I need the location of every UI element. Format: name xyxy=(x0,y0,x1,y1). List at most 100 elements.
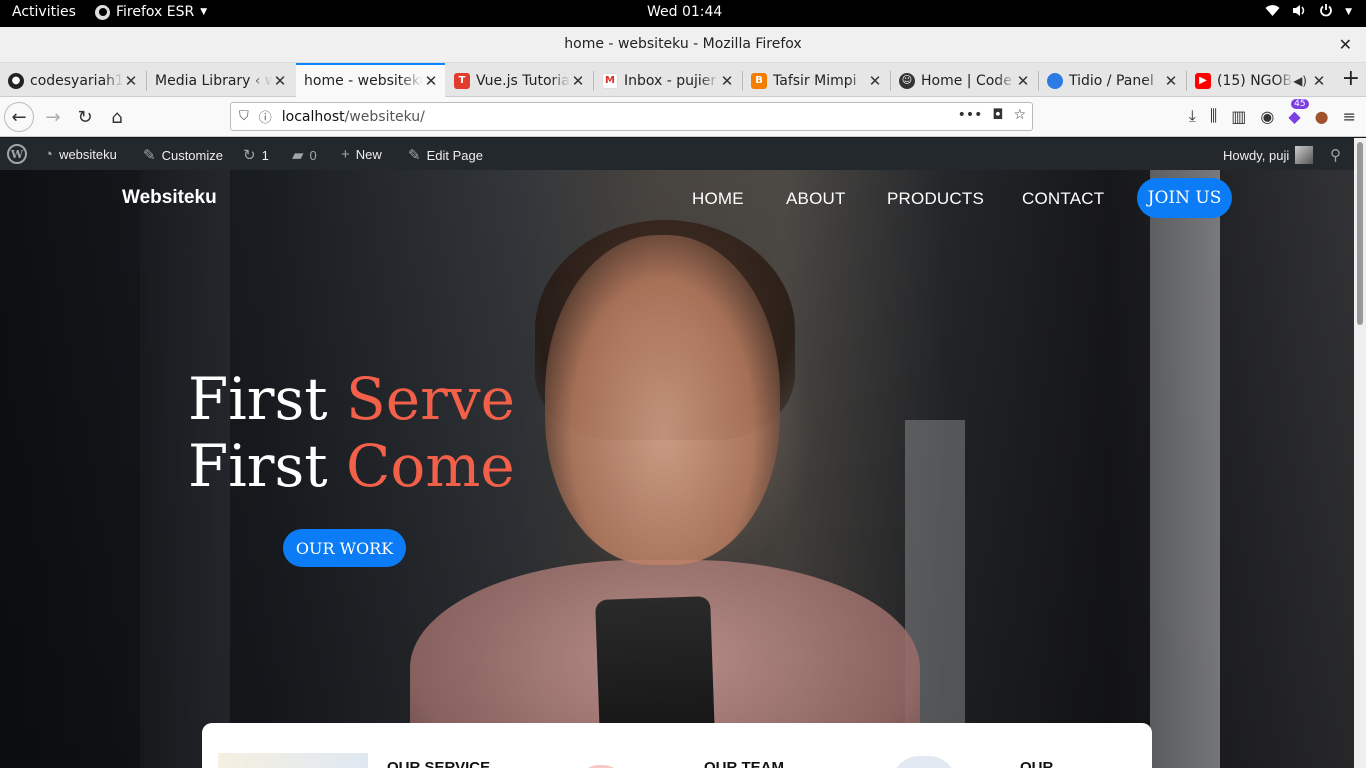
pocket-icon[interactable]: ◘ xyxy=(992,107,1003,123)
hero-section: Websiteku HOME ABOUT PRODUCTS CONTACT JO… xyxy=(0,170,1354,768)
url-path: /websiteku/ xyxy=(344,108,425,125)
tab-close-icon[interactable]: ✕ xyxy=(272,72,288,90)
tab-gmail[interactable]: M Inbox - pujier ✕ xyxy=(594,65,741,96)
wp-new-menu[interactable]: + New xyxy=(341,146,382,163)
cookie-icon[interactable]: ● xyxy=(1315,107,1329,126)
tab-label: codesyariah1 xyxy=(30,72,123,89)
card-title-third: OUR xyxy=(1020,759,1054,768)
forward-icon[interactable]: → xyxy=(38,102,68,132)
tab-youtube[interactable]: ▶ (15) NGOB ◀) ✕ xyxy=(1187,65,1333,96)
bookmark-star-icon[interactable]: ☆ xyxy=(1013,107,1026,123)
tab-tafsir-mimpi[interactable]: B Tafsir Mimpi ✕ xyxy=(743,65,889,96)
wp-logo-menu[interactable]: W xyxy=(7,144,27,164)
tab-close-icon[interactable]: ✕ xyxy=(1311,72,1327,90)
wp-comments-count: 0 xyxy=(309,147,317,163)
page-actions-icon[interactable]: ••• xyxy=(958,107,983,123)
anonymous-mask-icon: ☺ xyxy=(899,72,915,89)
gmail-icon: M xyxy=(602,72,618,89)
hamburger-menu-icon[interactable]: ≡ xyxy=(1343,107,1356,126)
tutorialspoint-icon: T xyxy=(454,72,470,89)
url-host: localhost xyxy=(281,108,345,125)
wp-new-label: New xyxy=(355,147,382,162)
clock[interactable]: Wed 01:44 xyxy=(647,4,722,20)
reload-icon[interactable]: ↻ xyxy=(70,102,100,132)
tab-close-icon[interactable]: ✕ xyxy=(1015,72,1031,90)
blogger-icon: B xyxy=(751,72,767,89)
features-card: OUR SERVICE OUR TEAM OUR xyxy=(202,723,1152,768)
wp-customize-link[interactable]: ✎ Customize xyxy=(143,146,223,164)
tidio-icon xyxy=(1047,72,1063,89)
new-tab-icon[interactable]: + xyxy=(1342,66,1360,91)
volume-icon xyxy=(1292,4,1307,21)
wp-site-menu[interactable]: ◔ websiteku xyxy=(44,146,117,163)
wp-edit-label: Edit Page xyxy=(426,147,483,163)
tab-vuejs-tutorial[interactable]: T Vue.js Tutorial ✕ xyxy=(446,65,592,96)
tab-close-icon[interactable]: ✕ xyxy=(423,72,439,90)
tab-strip: ● codesyariah1 ✕ Media Library ‹ w ✕ hom… xyxy=(0,63,1366,97)
plus-icon: + xyxy=(341,146,350,163)
activities-button[interactable]: Activities xyxy=(12,4,76,20)
page-scrollbar-thumb[interactable] xyxy=(1357,142,1363,325)
home-icon[interactable]: ⌂ xyxy=(102,102,132,132)
wp-site-label: websiteku xyxy=(59,147,117,162)
back-icon[interactable]: ← xyxy=(4,102,34,132)
account-icon[interactable]: ◉ xyxy=(1260,107,1274,126)
our-work-button[interactable]: OUR WORK xyxy=(283,529,406,567)
tab-label: home - websiteku xyxy=(304,73,423,89)
hero-headline: First Serve First Come xyxy=(188,366,515,500)
tab-close-icon[interactable]: ✕ xyxy=(1163,72,1179,90)
third-illustration xyxy=(892,756,956,768)
join-us-button[interactable]: JOIN US xyxy=(1137,178,1232,218)
brush-icon: ✎ xyxy=(143,147,156,164)
caret-down-icon: ▼ xyxy=(1345,7,1352,17)
tab-close-icon[interactable]: ✕ xyxy=(570,72,586,90)
system-tray[interactable]: ▼ xyxy=(1265,3,1352,21)
url-text[interactable]: localhost/websiteku/ xyxy=(282,109,425,125)
tab-github[interactable]: ● codesyariah1 ✕ xyxy=(0,65,145,96)
comment-icon: ▰ xyxy=(292,147,304,164)
card-title-service: OUR SERVICE xyxy=(387,759,491,768)
tab-close-icon[interactable]: ✕ xyxy=(719,72,735,90)
window-titlebar: home - websiteku - Mozilla Firefox ✕ xyxy=(0,27,1366,63)
wp-updates-link[interactable]: ↻ 1 xyxy=(243,146,269,164)
extension-icon[interactable]: ◆ 45 xyxy=(1288,98,1309,126)
tab-close-icon[interactable]: ✕ xyxy=(867,72,883,90)
tab-home-code[interactable]: ☺ Home | Code ✕ xyxy=(891,65,1037,96)
sidebar-icon[interactable]: ▥ xyxy=(1231,107,1246,126)
tab-tidio[interactable]: Tidio / Panel ✕ xyxy=(1039,65,1185,96)
wp-search-icon[interactable]: ⚲ xyxy=(1330,146,1341,164)
headline-accent-text: Serve xyxy=(346,365,515,433)
card-title-team: OUR TEAM xyxy=(704,759,784,768)
tab-label: Vue.js Tutorial xyxy=(476,72,570,89)
dashboard-icon: ◔ xyxy=(44,146,54,163)
tab-home-websiteku[interactable]: home - websiteku ✕ xyxy=(296,63,445,97)
shield-icon[interactable]: ⛉ xyxy=(239,109,249,124)
tab-close-icon[interactable]: ✕ xyxy=(123,72,139,90)
info-icon[interactable]: ⓘ xyxy=(259,107,272,126)
window-close-icon[interactable]: ✕ xyxy=(1339,35,1352,54)
wp-customize-label: Customize xyxy=(161,147,223,163)
tab-label: Tidio / Panel xyxy=(1069,72,1154,89)
wordpress-icon: W xyxy=(7,144,27,164)
library-icon[interactable]: ⫼ xyxy=(1210,106,1217,126)
nav-home-link[interactable]: HOME xyxy=(692,189,744,209)
wp-edit-page-link[interactable]: ✎ Edit Page xyxy=(408,146,483,164)
url-bar[interactable]: ⛉ ⓘ localhost/websiteku/ ••• ◘ ☆ xyxy=(230,102,1033,131)
nav-contact-link[interactable]: CONTACT xyxy=(1022,189,1104,209)
avatar xyxy=(1295,146,1314,164)
tab-media-library[interactable]: Media Library ‹ w ✕ xyxy=(147,65,294,96)
app-menu[interactable]: Firefox ESR ▼ xyxy=(95,4,207,20)
wp-account-menu[interactable]: Howdy, puji xyxy=(1223,146,1314,164)
site-brand[interactable]: Websiteku xyxy=(122,187,217,209)
app-menu-label: Firefox ESR xyxy=(116,4,195,20)
pencil-icon: ✎ xyxy=(408,147,421,164)
headline-text: First xyxy=(188,432,347,500)
wp-howdy-label: Howdy, puji xyxy=(1223,147,1290,163)
wp-comments-link[interactable]: ▰ 0 xyxy=(292,146,317,164)
nav-products-link[interactable]: PRODUCTS xyxy=(887,189,984,209)
nav-about-link[interactable]: ABOUT xyxy=(786,189,846,209)
toolbar-right: ⤓ ⫼ ▥ ◉ ◆ 45 ● ≡ xyxy=(1189,98,1356,126)
wifi-icon xyxy=(1265,4,1280,21)
downloads-icon[interactable]: ⤓ xyxy=(1189,106,1196,126)
speaker-icon[interactable]: ◀) xyxy=(1293,74,1307,88)
